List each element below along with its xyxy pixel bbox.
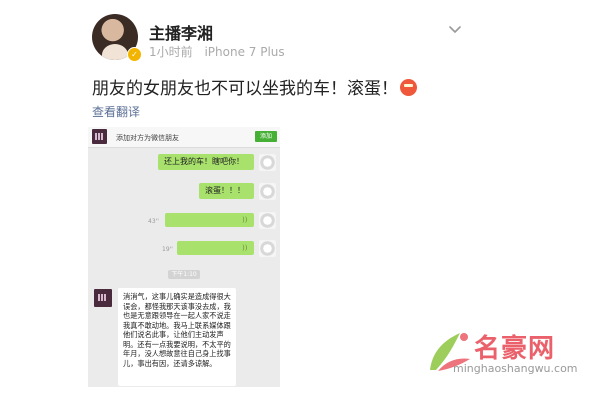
- chat-message-bubble: 还上我的车！瞎吧你！: [158, 154, 254, 170]
- voice-wave-icon: )): [242, 244, 248, 252]
- user-avatar: [259, 154, 276, 171]
- angry-face-icon: [400, 79, 417, 96]
- voice-message-bubble: )): [165, 213, 254, 227]
- chat-topbar: 添加对方为微信朋友 添加: [88, 127, 280, 148]
- voice-message-bubble: )): [177, 241, 254, 255]
- voice-wave-icon: )): [242, 216, 248, 224]
- embedded-chat-screenshot[interactable]: 添加对方为微信朋友 添加 还上我的车！瞎吧你！ 滚蛋！！！ 43'' )) 19…: [88, 127, 280, 387]
- voice-length: 19'': [162, 246, 173, 253]
- watermark-url: minghaoshangwu.com: [453, 362, 578, 375]
- contact-avatar: [94, 289, 112, 307]
- user-avatar: [259, 183, 276, 200]
- verified-badge-icon: ✓: [127, 47, 142, 62]
- chat-long-message: 消消气，这事儿确实是造成得很大误会，都怪我那天该事没去成，我也是无意跟领导在一起…: [118, 288, 236, 386]
- post-meta: 1小时前 iPhone 7 Plus: [149, 43, 285, 60]
- contact-avatar: [92, 129, 107, 144]
- add-friend-button: 添加: [255, 131, 277, 142]
- post-device: iPhone 7 Plus: [204, 45, 285, 59]
- author-name[interactable]: 主播李湘: [149, 20, 213, 44]
- voice-length: 43'': [148, 218, 159, 225]
- chat-message-bubble: 滚蛋！！！: [199, 183, 254, 199]
- post-body: 朋友的女朋友也不可以坐我的车！滚蛋！: [92, 79, 398, 99]
- user-avatar: [259, 240, 276, 257]
- chat-timestamp: 下午1:10: [168, 270, 200, 279]
- watermark-title: 名豪网: [474, 334, 556, 364]
- add-friend-prompt: 添加对方为微信朋友: [116, 134, 179, 142]
- user-avatar: [259, 212, 276, 229]
- post-time: 1小时前: [149, 45, 193, 59]
- translate-link[interactable]: 查看翻译: [92, 103, 140, 120]
- chevron-down-icon[interactable]: [447, 22, 463, 38]
- post-text: 朋友的女朋友也不可以坐我的车！滚蛋！: [92, 74, 417, 99]
